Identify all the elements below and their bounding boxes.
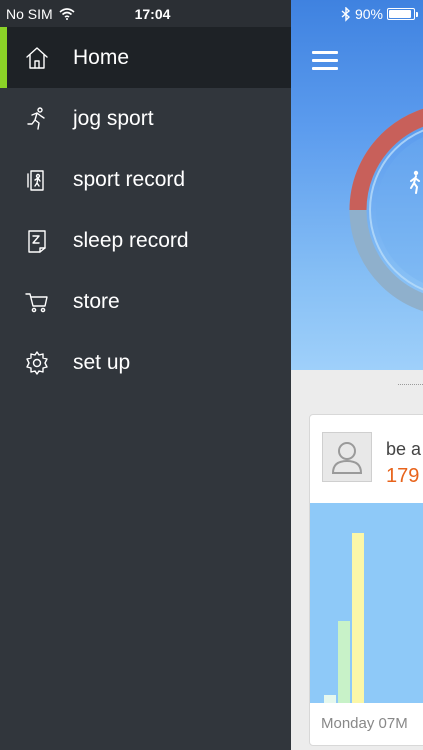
- sidebar-item-label: store: [73, 289, 120, 313]
- hero-section: [291, 0, 423, 370]
- sidebar-item-sport-record[interactable]: sport record: [0, 149, 291, 210]
- main-panel[interactable]: be a 179 Monday 07M: [291, 0, 423, 750]
- sidebar-item-label: sport record: [73, 167, 186, 191]
- sidebar-item-label: set up: [73, 350, 131, 374]
- chart-bar: [352, 533, 364, 703]
- sidebar-item-set-up[interactable]: set up: [0, 332, 291, 393]
- sidebar-item-label: sleep record: [73, 228, 189, 252]
- sidebar-item-sleep-record[interactable]: sleep record: [0, 210, 291, 271]
- date-label: Monday 07M: [321, 715, 408, 732]
- clock: 17:04: [134, 6, 171, 22]
- avatar[interactable]: [322, 432, 372, 482]
- battery-icon: [387, 8, 418, 20]
- bluetooth-icon: [341, 6, 350, 22]
- chart-bar: [338, 621, 350, 703]
- step-count: 179: [386, 465, 420, 487]
- divider: [398, 384, 423, 385]
- user-name: be a: [386, 439, 422, 459]
- chart-bar: [324, 695, 336, 703]
- sidebar-item-label: Home: [73, 45, 130, 69]
- sidebar-item-store[interactable]: store: [0, 271, 291, 332]
- bar-chart: [324, 533, 364, 703]
- gear-icon: [23, 349, 51, 377]
- sidebar-item-home[interactable]: Home: [0, 27, 291, 88]
- running-icon: [23, 105, 51, 133]
- sidebar-drawer: Home jog sport sport record sleep record…: [0, 0, 291, 750]
- cart-icon: [23, 288, 51, 316]
- home-icon: [23, 44, 51, 72]
- battery-percent: 90%: [354, 6, 383, 22]
- progress-ring: [349, 108, 423, 312]
- sidebar-item-jog-sport[interactable]: jog sport: [0, 88, 291, 149]
- walking-icon: [410, 170, 420, 194]
- sidebar-menu: Home jog sport sport record sleep record…: [0, 27, 291, 393]
- sidebar-item-label: jog sport: [73, 106, 154, 130]
- activity-card[interactable]: be a 179 Monday 07M: [309, 414, 423, 746]
- activity-chart: [310, 503, 423, 703]
- sleep-record-icon: [23, 227, 51, 255]
- sport-record-icon: [23, 166, 51, 194]
- hamburger-icon[interactable]: [312, 51, 338, 71]
- user-icon: [331, 442, 363, 474]
- status-bar: No SIM 17:04 90%: [0, 0, 423, 27]
